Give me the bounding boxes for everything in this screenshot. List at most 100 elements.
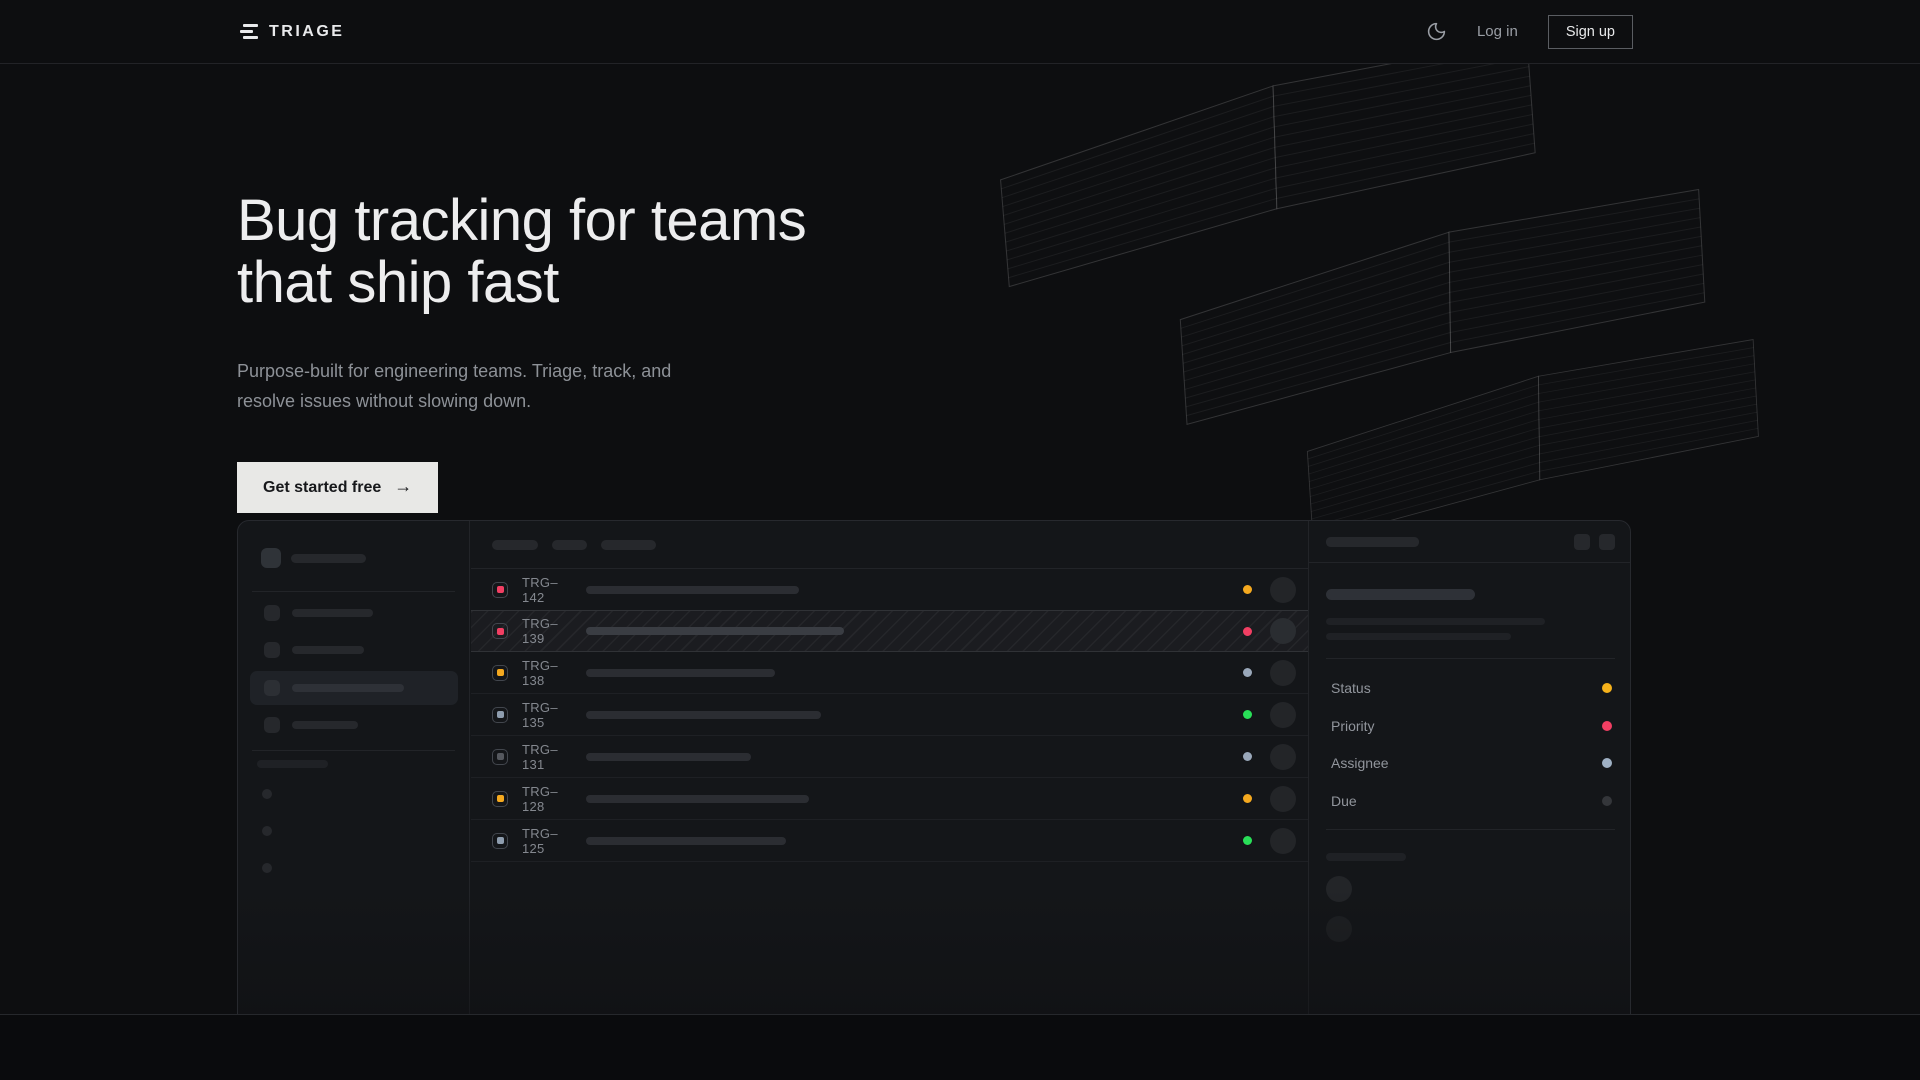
nav-icon bbox=[264, 717, 280, 733]
logo-bars-icon bbox=[240, 24, 258, 40]
status-dot bbox=[1243, 836, 1252, 845]
hero-subtitle: Purpose-built for engineering teams. Tri… bbox=[237, 356, 671, 416]
status-dot bbox=[1243, 752, 1252, 761]
assignee-avatar bbox=[1270, 618, 1296, 644]
list-toolbar bbox=[471, 521, 1308, 569]
hero-section: Bug tracking for teams that ship fast Pu… bbox=[0, 64, 1920, 1014]
assignee-avatar bbox=[1270, 702, 1296, 728]
detail-field-due: Due bbox=[1309, 782, 1631, 820]
field-value-dot bbox=[1602, 796, 1612, 806]
issue-title-placeholder bbox=[586, 627, 844, 635]
sidebar-nav-item bbox=[250, 633, 458, 667]
mockup-detail-panel: Status Priority Assignee Due bbox=[1308, 521, 1631, 1014]
workspace-row bbox=[261, 548, 366, 568]
field-label: Priority bbox=[1331, 718, 1375, 734]
issue-type-icon bbox=[492, 833, 508, 849]
assignee-avatar bbox=[1270, 786, 1296, 812]
assignee-avatar bbox=[1270, 660, 1296, 686]
app-mockup: TRG–142 TRG–139 TRG–138 TRG–135 TRG–131 TRG–1… bbox=[237, 520, 1631, 1014]
theme-toggle-button[interactable] bbox=[1426, 21, 1447, 42]
sidebar-dot bbox=[262, 863, 272, 873]
issue-row: TRG–135 bbox=[471, 694, 1308, 736]
subtitle-line-1: Purpose-built for engineering teams. Tri… bbox=[237, 361, 671, 381]
issue-row: TRG–142 bbox=[471, 569, 1308, 611]
title-line-2: that ship fast bbox=[237, 250, 559, 315]
issue-type-icon bbox=[492, 582, 508, 598]
title-line-1: Bug tracking for teams bbox=[237, 188, 806, 253]
header-nav: Log in Sign up bbox=[1426, 15, 1633, 49]
toolbar-pill bbox=[601, 540, 656, 550]
issue-id: TRG–135 bbox=[522, 700, 572, 730]
subtitle-line-2: resolve issues without slowing down. bbox=[237, 391, 531, 411]
issue-type-icon bbox=[492, 707, 508, 723]
detail-field-assignee: Assignee bbox=[1309, 744, 1631, 782]
status-dot bbox=[1243, 668, 1252, 677]
assignee-avatar bbox=[1270, 744, 1296, 770]
issue-title-placeholder bbox=[1326, 589, 1475, 600]
section-label-placeholder bbox=[257, 760, 328, 768]
panel-divider bbox=[1326, 829, 1615, 830]
sidebar-nav-item-active bbox=[250, 671, 458, 705]
comment-avatar-placeholder bbox=[1326, 876, 1352, 902]
issue-row: TRG–131 bbox=[471, 736, 1308, 778]
sidebar-nav-item bbox=[250, 596, 458, 630]
issue-id: TRG–125 bbox=[522, 826, 572, 856]
issue-row: TRG–128 bbox=[471, 778, 1308, 820]
description-placeholder bbox=[1326, 633, 1511, 640]
assignee-avatar bbox=[1270, 577, 1296, 603]
wireframe-sheet bbox=[995, 64, 1541, 314]
sidebar-dot bbox=[262, 826, 272, 836]
moon-icon bbox=[1426, 21, 1447, 42]
signup-button[interactable]: Sign up bbox=[1548, 15, 1633, 49]
issue-id: TRG–128 bbox=[522, 784, 572, 814]
site-header: TRIAGE Log in Sign up bbox=[0, 0, 1920, 64]
status-dot bbox=[1243, 585, 1252, 594]
comment-avatar-placeholder bbox=[1326, 916, 1352, 942]
field-value-dot bbox=[1602, 683, 1612, 693]
issue-title-placeholder bbox=[586, 753, 751, 761]
detail-field-status: Status bbox=[1309, 669, 1631, 707]
panel-header bbox=[1309, 521, 1631, 563]
brand-name: TRIAGE bbox=[269, 23, 344, 41]
panel-button-placeholder bbox=[1574, 534, 1590, 550]
issue-title-placeholder bbox=[586, 586, 799, 594]
issue-row: TRG–138 bbox=[471, 652, 1308, 694]
toolbar-pill bbox=[492, 540, 538, 550]
page-title: Bug tracking for teams that ship fast bbox=[237, 190, 806, 314]
issue-id: TRG–138 bbox=[522, 658, 572, 688]
status-dot bbox=[1243, 794, 1252, 803]
arrow-right-icon: → bbox=[394, 476, 412, 497]
status-dot bbox=[1243, 627, 1252, 636]
workspace-name-placeholder bbox=[291, 554, 366, 563]
field-label: Assignee bbox=[1331, 755, 1389, 771]
cta-label: Get started free bbox=[263, 479, 381, 497]
assignee-avatar bbox=[1270, 828, 1296, 854]
sidebar-divider bbox=[252, 750, 455, 751]
field-value-dot bbox=[1602, 758, 1612, 768]
panel-button-placeholder bbox=[1599, 534, 1615, 550]
issue-title-placeholder bbox=[586, 711, 821, 719]
landing-page: TRIAGE Log in Sign up Bug tracking for t… bbox=[0, 0, 1920, 1080]
nav-icon bbox=[264, 605, 280, 621]
field-label: Due bbox=[1331, 793, 1357, 809]
site-footer bbox=[0, 1014, 1920, 1080]
workspace-icon bbox=[261, 548, 281, 568]
issue-type-icon bbox=[492, 791, 508, 807]
panel-divider bbox=[1326, 658, 1615, 659]
mockup-issue-list: TRG–142 TRG–139 TRG–138 TRG–135 TRG–131 TRG–1… bbox=[471, 521, 1308, 1014]
brand[interactable]: TRIAGE bbox=[240, 23, 344, 41]
issue-title-placeholder bbox=[586, 795, 809, 803]
issue-id: TRG–139 bbox=[522, 616, 572, 646]
login-link[interactable]: Log in bbox=[1477, 23, 1518, 40]
nav-icon bbox=[264, 680, 280, 696]
issue-type-icon bbox=[492, 665, 508, 681]
issue-title-placeholder bbox=[586, 669, 775, 677]
status-dot bbox=[1243, 710, 1252, 719]
get-started-button[interactable]: Get started free → bbox=[237, 462, 438, 513]
issue-type-icon bbox=[492, 623, 508, 639]
issue-row: TRG–125 bbox=[471, 820, 1308, 862]
issue-id: TRG–131 bbox=[522, 742, 572, 772]
issue-title-placeholder bbox=[586, 837, 786, 845]
issue-type-icon bbox=[492, 749, 508, 765]
sidebar-dot bbox=[262, 789, 272, 799]
